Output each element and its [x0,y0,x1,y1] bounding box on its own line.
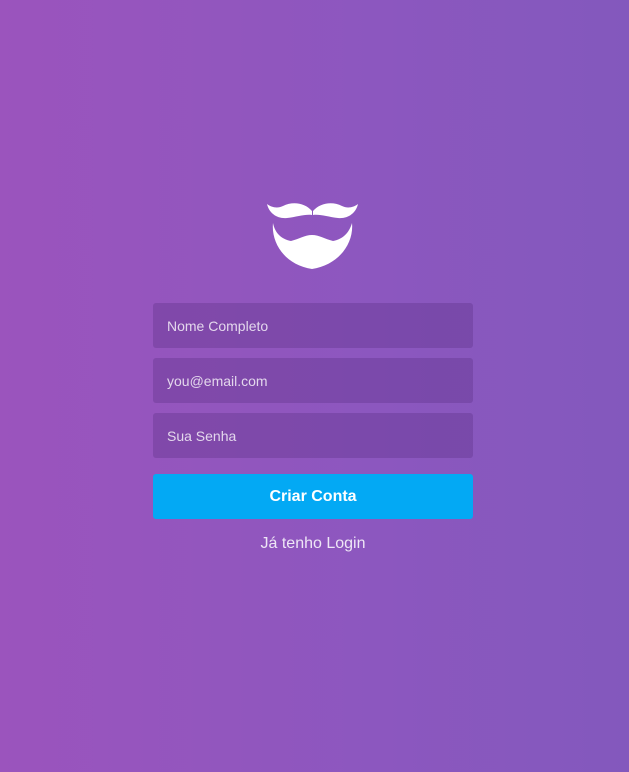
signup-form: Criar Conta Já tenho Login [153,303,473,553]
full-name-field[interactable] [153,303,473,348]
create-account-button[interactable]: Criar Conta [153,474,473,519]
mustache-beard-icon [267,203,358,269]
password-field[interactable] [153,413,473,458]
login-link[interactable]: Já tenho Login [153,535,473,553]
email-field[interactable] [153,358,473,403]
